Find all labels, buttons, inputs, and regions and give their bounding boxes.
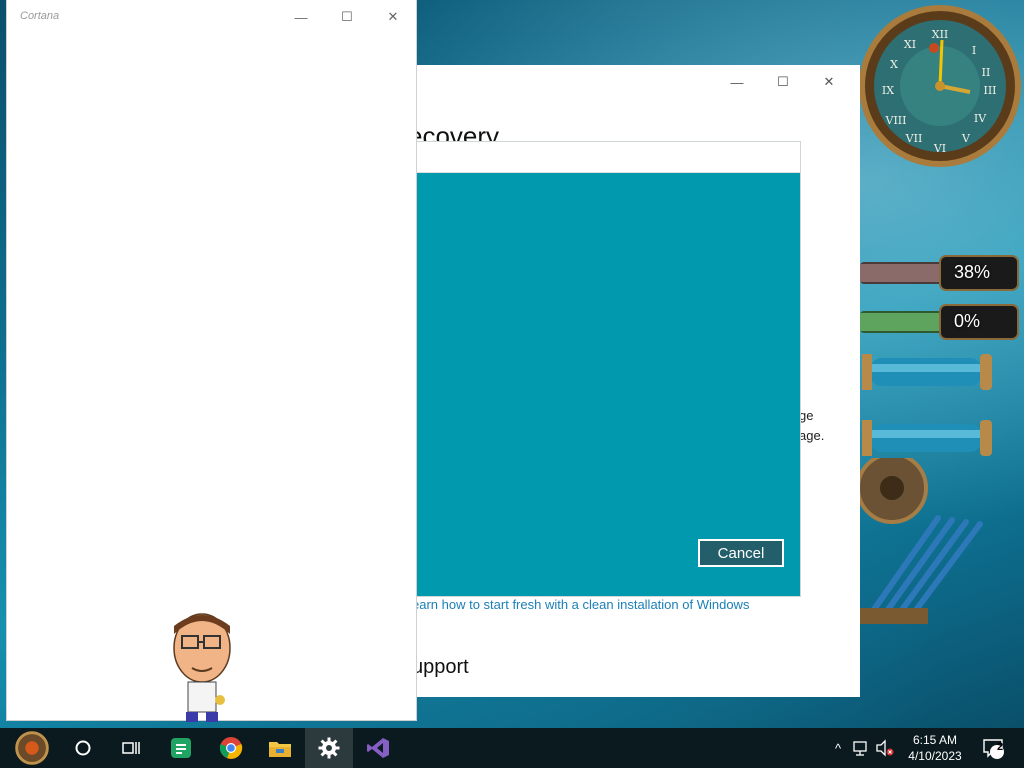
reset-dialog: Cancel xyxy=(416,142,800,596)
svg-text:VI: VI xyxy=(933,142,946,155)
clean-install-link[interactable]: earn how to start fresh with a clean ins… xyxy=(416,597,856,612)
maximize-button[interactable]: ☐ xyxy=(324,5,370,29)
svg-text:II: II xyxy=(982,66,991,79)
cortana-window-controls: — ☐ ✕ xyxy=(278,5,416,29)
settings-text-fragment-2: age. xyxy=(799,428,825,443)
date-label: 4/10/2023 xyxy=(908,749,962,763)
volume-button[interactable] xyxy=(875,728,895,768)
task-view-icon xyxy=(122,742,140,754)
cartoon-man-image xyxy=(173,613,231,722)
dialog-header xyxy=(416,142,800,173)
minimize-button[interactable]: — xyxy=(278,5,324,29)
ram-meter-gadget xyxy=(860,304,1019,340)
cortana-circle-icon xyxy=(75,740,91,756)
time-label: 6:15 AM xyxy=(912,733,958,747)
taskbar-file-explorer[interactable] xyxy=(256,728,304,768)
cancel-button[interactable]: Cancel xyxy=(698,539,784,567)
gear-pipes-gadget xyxy=(858,458,983,624)
cortana-window: Cortana — ☐ ✕ xyxy=(7,0,416,722)
ram-meter-value: 0% xyxy=(954,311,981,331)
steampunk-clock-gadget: XIIIII IIIIVV VIVIIVIII IXXXI xyxy=(859,5,1021,167)
svg-text:I: I xyxy=(972,44,976,57)
taskbar-spreadsheet-app[interactable] xyxy=(157,728,205,768)
chrome-icon xyxy=(219,737,243,759)
speaker-muted-icon xyxy=(876,739,894,757)
svg-text:VII: VII xyxy=(905,132,923,145)
svg-text:XII: XII xyxy=(932,28,949,41)
svg-text:IX: IX xyxy=(882,84,894,97)
network-icon xyxy=(853,741,867,756)
chevron-up-icon: ^ xyxy=(834,740,842,756)
network-status-button[interactable] xyxy=(852,728,872,768)
taskbar-chrome[interactable] xyxy=(207,728,255,768)
svg-text:VIII: VIII xyxy=(885,114,907,127)
start-orb-icon xyxy=(15,731,49,765)
svg-text:V: V xyxy=(961,132,971,145)
gear-icon xyxy=(318,737,340,759)
close-button[interactable]: ✕ xyxy=(370,5,416,29)
spreadsheet-app-icon xyxy=(171,738,191,758)
visual-studio-icon xyxy=(367,738,389,758)
show-hidden-icons-button[interactable]: ^ xyxy=(830,728,846,768)
cpu-meter-gadget xyxy=(860,255,1019,291)
tube-gadget-1 xyxy=(862,354,992,390)
maximize-button[interactable]: ☐ xyxy=(760,71,806,93)
folder-icon xyxy=(269,742,291,757)
svg-text:X: X xyxy=(890,58,898,71)
taskbar-visual-studio[interactable] xyxy=(354,728,402,768)
notification-count-badge: 2 xyxy=(996,741,1004,753)
tube-gadget-2 xyxy=(862,420,992,456)
action-center-button[interactable]: 2 xyxy=(982,728,1006,768)
settings-window-controls: — ☐ ✕ xyxy=(714,71,852,93)
support-heading: upport xyxy=(416,656,469,678)
svg-text:III: III xyxy=(983,84,996,97)
minimize-button[interactable]: — xyxy=(714,71,760,93)
taskbar-clock[interactable]: 6:15 AM 4/10/2023 xyxy=(897,728,973,768)
settings-text-fragment-1: ge xyxy=(799,408,814,423)
taskbar-settings[interactable] xyxy=(305,728,353,768)
taskbar: ^ 6:15 AM 4/10/2023 2 xyxy=(0,728,1024,768)
cortana-search-button[interactable] xyxy=(59,728,107,768)
svg-text:IV: IV xyxy=(974,112,987,125)
cpu-meter-value: 38% xyxy=(954,262,991,282)
svg-text:XI: XI xyxy=(904,38,916,51)
start-button[interactable] xyxy=(8,728,56,768)
task-view-button[interactable] xyxy=(107,728,155,768)
close-button[interactable]: ✕ xyxy=(806,71,852,93)
cortana-window-title: Cortana xyxy=(20,10,60,22)
